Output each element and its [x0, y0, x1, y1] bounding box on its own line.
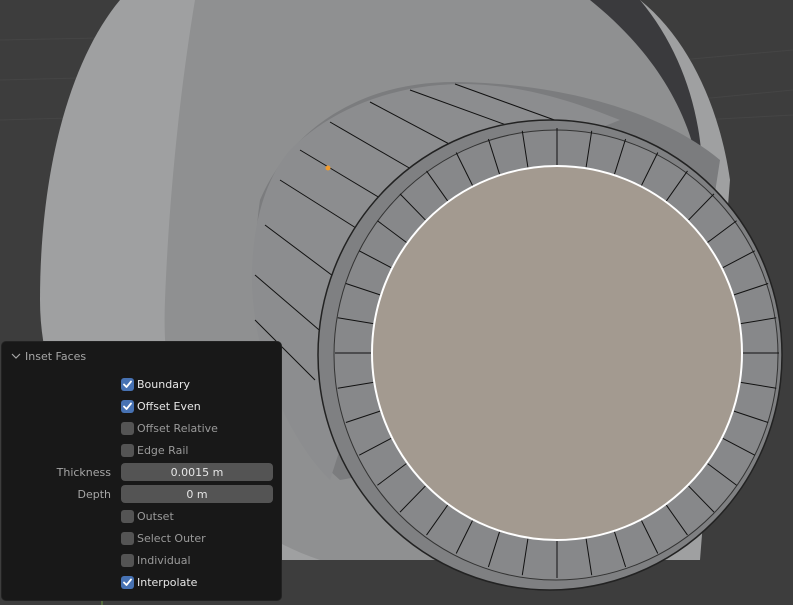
- interpolate-label[interactable]: Interpolate: [137, 576, 197, 589]
- select-outer-label[interactable]: Select Outer: [137, 532, 206, 545]
- active-vertex[interactable]: [325, 165, 331, 171]
- offset-even-checkbox[interactable]: [121, 399, 134, 413]
- interpolate-checkbox[interactable]: [121, 575, 134, 589]
- offset-even-label[interactable]: Offset Even: [137, 400, 201, 413]
- individual-label[interactable]: Individual: [137, 554, 191, 567]
- individual-checkbox[interactable]: [121, 553, 134, 567]
- thickness-field[interactable]: 0.0015 m: [121, 463, 273, 481]
- selected-face[interactable]: [371, 165, 743, 541]
- outset-checkbox[interactable]: [121, 509, 134, 523]
- boundary-label[interactable]: Boundary: [137, 378, 190, 391]
- option-interpolate[interactable]: Interpolate: [2, 573, 281, 591]
- thickness-label: Thickness: [56, 465, 111, 479]
- thickness-row: Thickness 0.0015 m: [2, 463, 281, 481]
- outset-label[interactable]: Outset: [137, 510, 174, 523]
- option-offset-even[interactable]: Offset Even: [2, 397, 281, 415]
- option-offset-relative[interactable]: Offset Relative: [2, 419, 281, 437]
- boundary-checkbox[interactable]: [121, 377, 134, 391]
- option-individual[interactable]: Individual: [2, 551, 281, 569]
- depth-row: Depth 0 m: [2, 485, 281, 503]
- chevron-down-icon: [11, 353, 21, 359]
- option-boundary[interactable]: Boundary: [2, 375, 281, 393]
- edge-rail-label[interactable]: Edge Rail: [137, 444, 188, 457]
- operator-panel-inset-faces: Inset Faces Boundary Offset Even Offset …: [2, 342, 281, 600]
- checkmark-icon: [123, 380, 132, 388]
- option-select-outer[interactable]: Select Outer: [2, 529, 281, 547]
- depth-field[interactable]: 0 m: [121, 485, 273, 503]
- panel-header[interactable]: Inset Faces: [10, 348, 86, 364]
- depth-label: Depth: [77, 487, 111, 501]
- checkmark-icon: [123, 578, 132, 586]
- edge-rail-checkbox[interactable]: [121, 443, 134, 457]
- offset-relative-checkbox[interactable]: [121, 421, 134, 435]
- select-outer-checkbox[interactable]: [121, 531, 134, 545]
- option-outset[interactable]: Outset: [2, 507, 281, 525]
- offset-relative-label[interactable]: Offset Relative: [137, 422, 218, 435]
- panel-title: Inset Faces: [25, 349, 87, 363]
- checkmark-icon: [123, 402, 132, 410]
- option-edge-rail[interactable]: Edge Rail: [2, 441, 281, 459]
